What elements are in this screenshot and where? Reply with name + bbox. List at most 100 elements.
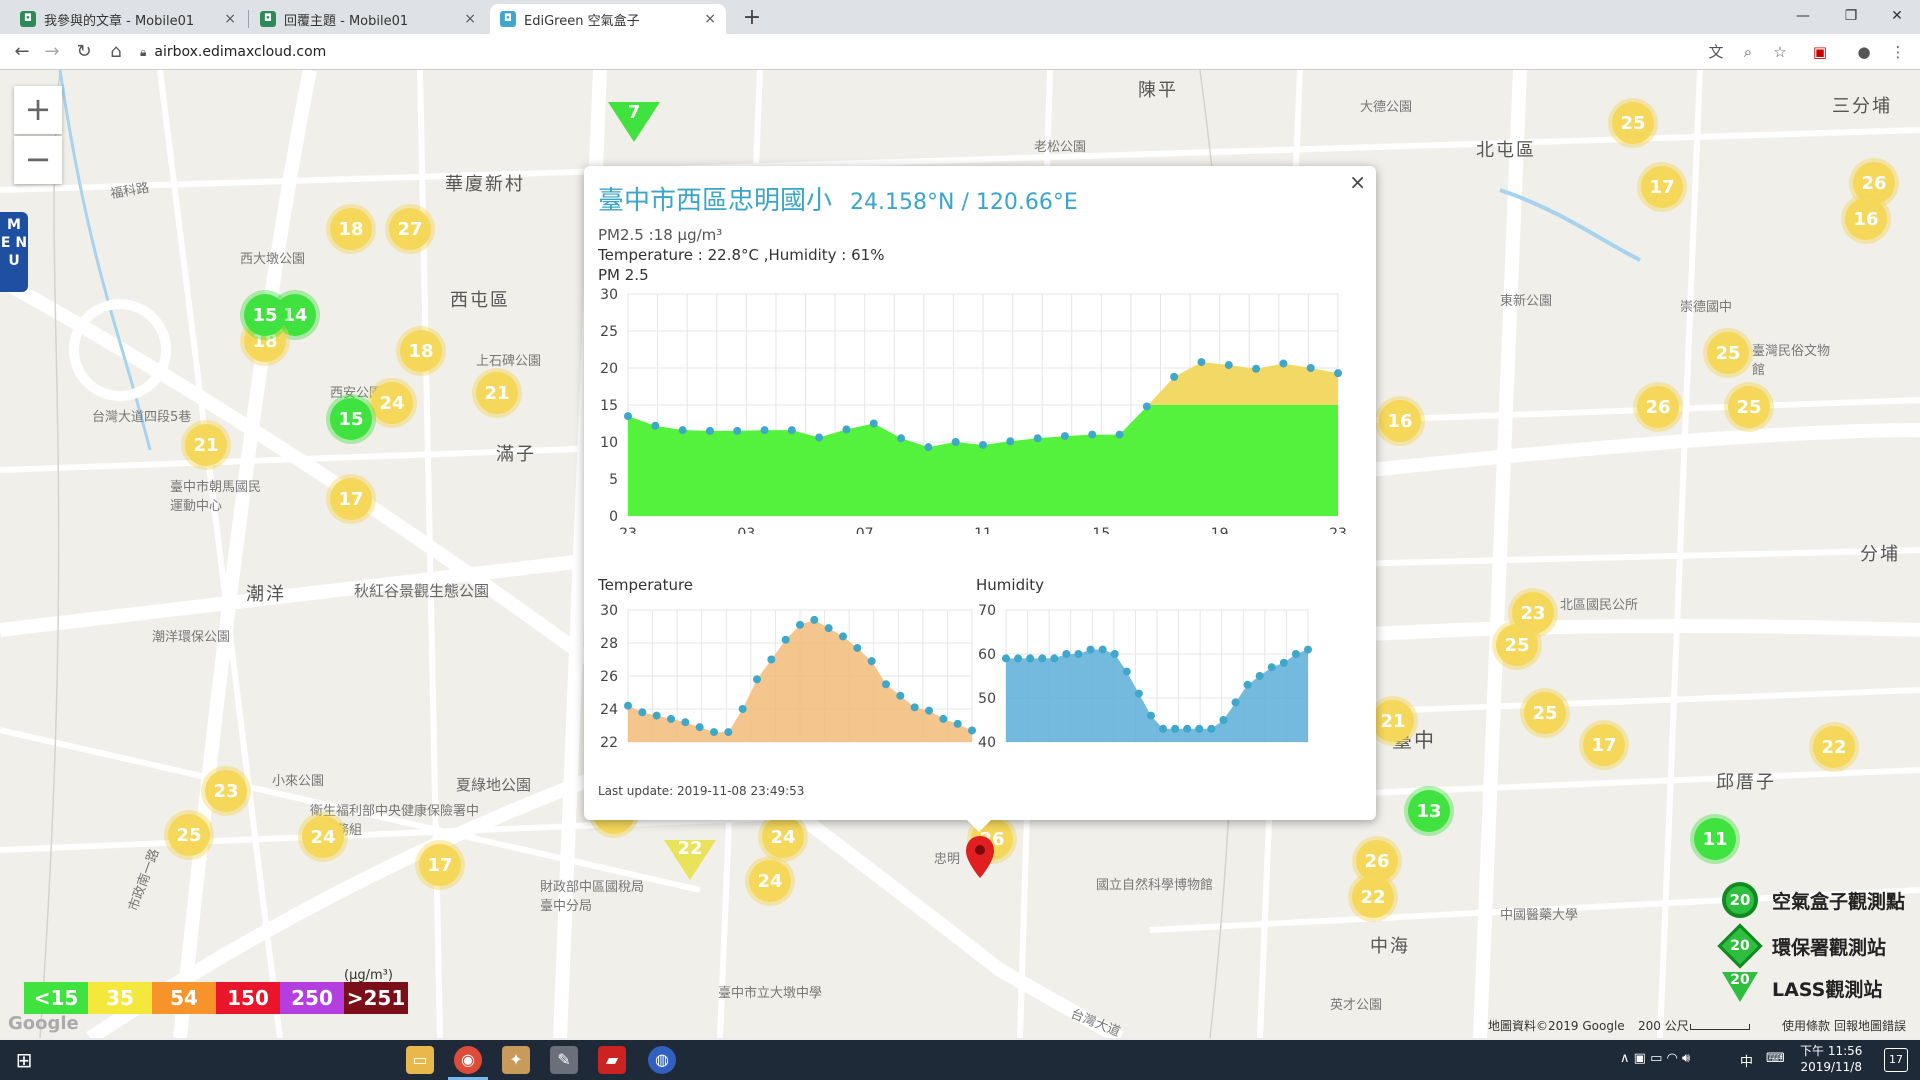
airbox-marker[interactable]: 25 [1612, 102, 1654, 144]
map-scale-label[interactable]: 200 公尺 [1638, 1017, 1689, 1034]
airbox-marker[interactable]: 27 [389, 208, 431, 250]
tray-icons[interactable]: ∧ ▣ ▭ ◠ 🔊︎ [1620, 1051, 1690, 1066]
data-point[interactable] [1306, 364, 1315, 372]
airbox-marker[interactable]: 24 [762, 816, 804, 858]
data-point[interactable] [1142, 402, 1151, 411]
notification-center-button[interactable]: 17 [1884, 1048, 1908, 1072]
data-point[interactable] [824, 624, 833, 633]
app-icon[interactable]: ✎ [550, 1046, 578, 1074]
data-point[interactable] [1291, 650, 1300, 658]
data-point[interactable] [1122, 667, 1131, 676]
airbox-marker[interactable]: 21 [185, 424, 227, 466]
data-point[interactable] [638, 708, 647, 717]
data-point[interactable] [1074, 650, 1083, 658]
data-point[interactable] [1038, 654, 1047, 663]
data-point[interactable] [1088, 430, 1097, 439]
airbox-marker[interactable]: 18 [330, 208, 372, 250]
data-point[interactable] [896, 691, 905, 700]
data-point[interactable] [1252, 364, 1261, 373]
terms-link[interactable]: 使用條款 [1782, 1017, 1830, 1034]
data-point[interactable] [753, 675, 761, 684]
airbox-marker[interactable]: 24 [371, 382, 413, 424]
airbox-marker[interactable]: 25 [1524, 692, 1566, 734]
data-point[interactable] [951, 438, 960, 446]
data-point[interactable] [1197, 358, 1206, 367]
zoom-in-button[interactable]: + [14, 86, 62, 134]
data-point[interactable] [760, 426, 769, 435]
browser-tab[interactable]: ◘ 回覆主題 - Mobile01 × [250, 4, 486, 34]
window-close-button[interactable]: ✕ [1874, 2, 1920, 30]
zoom-icon[interactable]: ⌕ [1734, 38, 1762, 66]
airbox-marker[interactable]: 17 [1583, 724, 1625, 766]
maximize-button[interactable]: ❐ [1828, 2, 1874, 30]
profile-icon[interactable]: ● [1850, 38, 1878, 66]
data-point[interactable] [853, 643, 862, 652]
bookmark-star-icon[interactable]: ☆ [1766, 38, 1794, 66]
data-point[interactable] [1279, 658, 1288, 667]
data-point[interactable] [1062, 650, 1071, 658]
airbox-marker[interactable]: 21 [476, 372, 518, 414]
data-point[interactable] [624, 701, 632, 710]
data-point[interactable] [695, 723, 704, 732]
tab-close-icon[interactable]: × [224, 11, 236, 27]
back-arrow-icon[interactable]: ← [8, 38, 36, 66]
airbox-marker[interactable]: 17 [419, 844, 461, 886]
data-point[interactable] [705, 426, 714, 435]
data-point[interactable] [1243, 680, 1252, 689]
zoom-out-button[interactable]: − [14, 136, 62, 184]
extension-icon[interactable]: ▣ [1806, 38, 1834, 66]
airbox-marker[interactable]: 21 [1372, 700, 1414, 742]
data-point[interactable] [910, 703, 919, 712]
data-point[interactable] [1267, 663, 1276, 672]
data-point[interactable] [979, 440, 987, 449]
map-data-credit[interactable]: 地圖資料©2019 Google [1488, 1017, 1625, 1034]
airbox-marker[interactable]: 16 [1845, 198, 1887, 240]
airbox-marker[interactable]: 24 [302, 816, 344, 858]
airbox-marker[interactable]: 26 [1637, 386, 1679, 428]
address-bar[interactable]: 🔒︎ airbox.edimaxcloud.com [140, 38, 1700, 66]
data-point[interactable] [787, 426, 796, 435]
data-point[interactable] [1255, 672, 1264, 680]
data-point[interactable] [1219, 716, 1228, 724]
airbox-marker[interactable]: 23 [205, 770, 247, 812]
data-point[interactable] [925, 706, 933, 715]
ime-indicator[interactable]: 中 [1740, 1051, 1753, 1070]
airbox-marker[interactable]: 13 [1408, 790, 1450, 832]
data-point[interactable] [1115, 430, 1124, 439]
lass-marker[interactable]: 7 [608, 102, 660, 142]
menu-toggle-button[interactable]: M E N U [0, 212, 28, 292]
data-point[interactable] [781, 635, 790, 644]
data-point[interactable] [1304, 645, 1312, 654]
keyboard-icon[interactable]: ⌨ [1766, 1051, 1785, 1066]
browser-tab-active[interactable]: ◘ EdiGreen 空氣盒子 × [490, 4, 726, 34]
chrome-icon[interactable]: ◉ [454, 1046, 482, 1074]
lass-marker[interactable]: 22 [664, 838, 716, 880]
reload-icon[interactable]: ↻ [70, 38, 98, 66]
airbox-marker[interactable]: 24 [749, 860, 791, 902]
airbox-marker[interactable]: 16 [1379, 400, 1421, 442]
data-point[interactable] [953, 719, 962, 728]
data-point[interactable] [678, 426, 687, 435]
data-point[interactable] [1207, 724, 1216, 733]
report-map-error-link[interactable]: 回報地圖錯誤 [1834, 1017, 1906, 1034]
airbox-marker[interactable]: 25 [1707, 332, 1749, 374]
data-point[interactable] [1159, 724, 1168, 733]
data-point[interactable] [767, 655, 776, 664]
data-point[interactable] [1026, 654, 1035, 663]
airbox-marker[interactable]: 25 [1728, 386, 1770, 428]
data-point[interactable] [1098, 645, 1107, 654]
airbox-marker[interactable]: 26 [1853, 162, 1895, 204]
tab-close-icon[interactable]: × [704, 11, 716, 27]
airbox-marker[interactable]: 15 [244, 294, 286, 336]
selected-location-pin-icon[interactable] [964, 834, 996, 880]
data-point[interactable] [815, 433, 824, 442]
data-point[interactable] [1002, 654, 1010, 663]
file-explorer-icon[interactable]: ▭ [406, 1046, 434, 1074]
airbox-marker[interactable]: 17 [330, 478, 372, 520]
data-point[interactable] [1231, 698, 1240, 707]
data-point[interactable] [733, 426, 742, 435]
data-point[interactable] [1134, 689, 1143, 698]
airbox-marker[interactable]: 11 [1694, 818, 1736, 860]
data-point[interactable] [1334, 369, 1342, 378]
data-point[interactable] [842, 425, 851, 434]
